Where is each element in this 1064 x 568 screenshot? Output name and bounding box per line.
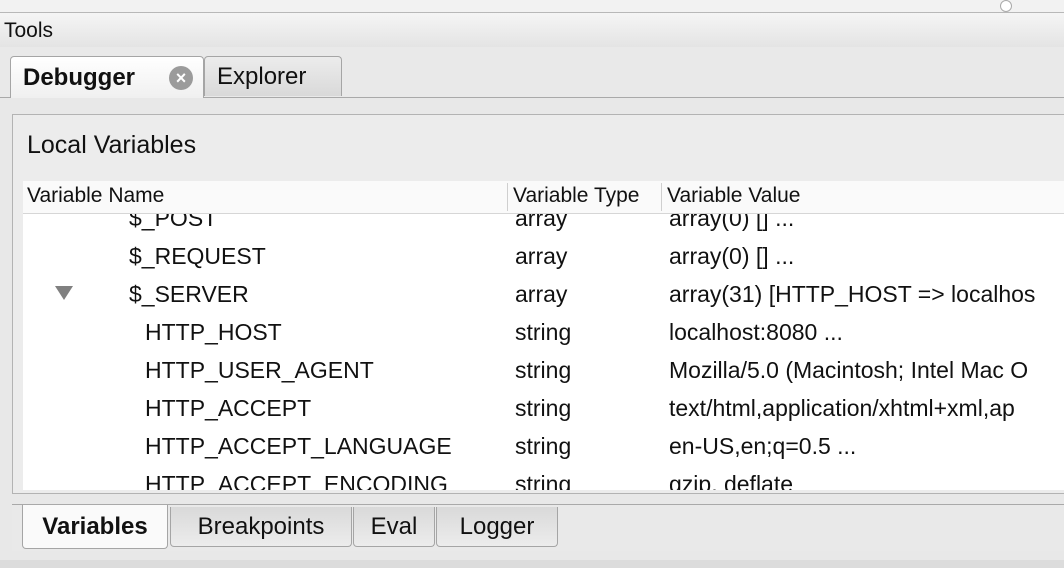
- column-header-value[interactable]: Variable Value: [667, 184, 800, 208]
- column-header-name[interactable]: Variable Name: [27, 184, 164, 208]
- table-row[interactable]: $_POST array array(0) [] ...: [23, 214, 1064, 238]
- cell-value: en-US,en;q=0.5 ...: [669, 433, 857, 459]
- tab-breakpoints-label: Breakpoints: [197, 512, 325, 540]
- column-divider[interactable]: [507, 183, 508, 211]
- title-bar: Tools: [0, 12, 1064, 48]
- tab-breakpoints[interactable]: Breakpoints: [170, 507, 352, 547]
- window-top-edge: [0, 0, 1064, 12]
- table-header: Variable Name Variable Type Variable Val…: [23, 181, 1064, 214]
- tab-debugger[interactable]: Debugger ×: [10, 56, 204, 98]
- cell-type: string: [515, 433, 572, 459]
- tab-eval-label: Eval: [370, 512, 418, 540]
- cell-value: array(31) [HTTP_HOST => localhos: [669, 281, 1036, 307]
- cell-type: string: [515, 357, 572, 383]
- tab-eval[interactable]: Eval: [353, 507, 435, 547]
- window-bottom-edge: [0, 560, 1064, 568]
- cell-name: HTTP_ACCEPT: [145, 395, 312, 421]
- cell-name: $_SERVER: [129, 281, 249, 307]
- tab-logger[interactable]: Logger: [436, 507, 558, 547]
- cell-type: array: [515, 243, 568, 269]
- cell-name: HTTP_HOST: [145, 319, 282, 345]
- cell-type: string: [515, 471, 572, 490]
- top-tabstrip: Debugger × Explorer: [0, 47, 1064, 98]
- table-row[interactable]: HTTP_ACCEPT_ENCODING string gzip, deflat…: [23, 466, 1064, 490]
- cell-type: string: [515, 395, 572, 421]
- table-row[interactable]: $_REQUEST array array(0) [] ...: [23, 238, 1064, 276]
- cell-name: $_POST: [129, 214, 218, 231]
- column-header-type[interactable]: Variable Type: [513, 184, 639, 208]
- cell-type: array: [515, 214, 568, 231]
- bottom-tabstrip: Variables Breakpoints Eval Logger: [12, 504, 1064, 551]
- table-row[interactable]: HTTP_USER_AGENT string Mozilla/5.0 (Maci…: [23, 352, 1064, 390]
- tab-variables-label: Variables: [42, 512, 148, 540]
- cell-value: Mozilla/5.0 (Macintosh; Intel Mac O: [669, 357, 1029, 383]
- tab-logger-label: Logger: [459, 512, 535, 540]
- disclosure-triangle-down-icon[interactable]: [55, 286, 73, 300]
- variables-table: $_POST array array(0) [] ... $_REQUEST a…: [23, 214, 1064, 490]
- close-circle-icon[interactable]: ×: [169, 66, 193, 90]
- cell-type: string: [515, 319, 572, 345]
- panel-title: Local Variables: [27, 131, 197, 159]
- cell-value: array(0) [] ...: [669, 243, 795, 269]
- table-row[interactable]: HTTP_ACCEPT_LANGUAGE string en-US,en;q=0…: [23, 428, 1064, 466]
- tab-explorer-label: Explorer: [217, 62, 307, 90]
- cell-name: HTTP_USER_AGENT: [145, 357, 374, 383]
- tab-debugger-label: Debugger: [23, 63, 136, 91]
- window-knob-icon[interactable]: [1000, 0, 1012, 12]
- table-row[interactable]: HTTP_ACCEPT string text/html,application…: [23, 390, 1064, 428]
- table-row[interactable]: $_SERVER array array(31) [HTTP_HOST => l…: [23, 276, 1064, 314]
- cell-name: $_REQUEST: [129, 243, 266, 269]
- local-variables-panel: Local Variables Variable Name Variable T…: [12, 114, 1064, 494]
- cell-name: HTTP_ACCEPT_LANGUAGE: [145, 433, 452, 459]
- cell-value: array(0) [] ...: [669, 214, 795, 231]
- cell-name: HTTP_ACCEPT_ENCODING: [145, 471, 448, 490]
- cell-value: text/html,application/xhtml+xml,ap: [669, 395, 1015, 421]
- tab-explorer[interactable]: Explorer: [204, 56, 342, 96]
- tab-variables[interactable]: Variables: [22, 505, 168, 549]
- cell-value: localhost:8080 ...: [669, 319, 843, 345]
- cell-type: array: [515, 281, 568, 307]
- column-divider[interactable]: [661, 183, 662, 211]
- table-row[interactable]: HTTP_HOST string localhost:8080 ...: [23, 314, 1064, 352]
- cell-value: gzip, deflate: [669, 471, 794, 490]
- window-title: Tools: [4, 19, 54, 42]
